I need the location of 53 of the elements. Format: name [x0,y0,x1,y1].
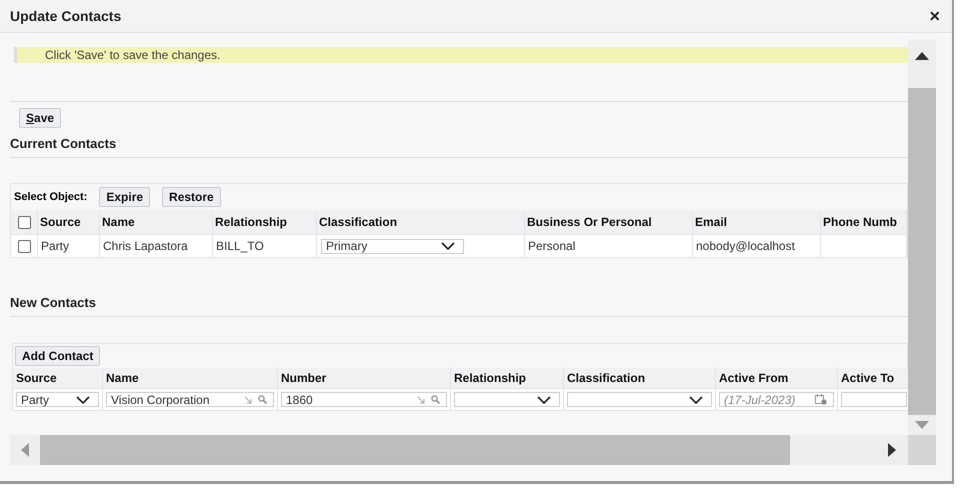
scroll-right-icon[interactable] [888,443,896,457]
section-title: Current Contacts [10,136,118,153]
table-cell: BILL_TO [213,234,317,257]
save-button[interactable]: Save [19,108,62,128]
column-header[interactable]: Phone Numb [821,210,907,234]
column-header[interactable]: Name [103,368,278,388]
toolbar-button[interactable]: Restore [162,187,221,207]
calendar-icon[interactable] [815,394,827,405]
resize-arrow-icon [244,396,252,404]
column-header[interactable]: Active To [838,368,908,388]
column-header[interactable]: Name [100,210,213,234]
info-message: Click 'Save' to save the changes. [14,47,908,63]
scroll-down-icon[interactable] [915,421,929,429]
column-header[interactable]: Source [38,210,100,234]
close-button[interactable]: × [929,6,940,26]
dropdown[interactable]: Primary [321,238,464,254]
add-contact-button[interactable]: Add Contact [15,346,100,366]
date-field[interactable]: (17-Jul-2023) [719,392,834,407]
toolbar-button[interactable]: Expire [99,187,150,207]
column-header[interactable]: Email [693,210,821,234]
scroll-up-icon[interactable] [915,52,929,60]
vertical-scrollbar[interactable] [908,40,936,435]
select-object-label: Select Object: [14,191,88,203]
table-cell: Personal [525,234,693,257]
section-title: New Contacts [10,295,97,312]
column-header[interactable]: Classification [564,368,716,388]
chevron-down-icon [441,242,455,250]
table-cell: Party [38,234,100,257]
horizontal-scrollbar[interactable] [10,435,908,465]
chevron-down-icon [537,396,551,404]
checkbox[interactable] [18,216,30,228]
table-cell: Chris Lapastora [100,234,213,257]
resize-arrow-icon [417,396,425,404]
table-cell: nobody@localhost [693,234,821,257]
lookup-field[interactable]: 1860 [281,392,447,407]
window-title: Update Contacts [10,8,122,24]
column-header[interactable]: Source [13,368,103,388]
chevron-down-icon [76,396,90,404]
column-header[interactable]: Relationship [213,210,317,234]
column-header[interactable]: Classification [317,210,525,234]
search-icon[interactable] [258,395,267,404]
input-field[interactable] [841,392,907,407]
scroll-left-icon[interactable] [21,443,29,457]
column-header[interactable]: Business Or Personal [525,210,693,234]
dropdown[interactable]: Party [16,392,99,407]
checkbox[interactable] [18,240,30,252]
scrollbar-corner [908,435,936,465]
search-icon[interactable] [431,395,440,404]
column-header[interactable]: Number [278,368,451,388]
lookup-field[interactable]: Vision Corporation [106,392,274,407]
column-header[interactable]: Active From [716,368,838,388]
column-header[interactable]: Relationship [451,368,564,388]
chevron-down-icon [689,396,703,404]
